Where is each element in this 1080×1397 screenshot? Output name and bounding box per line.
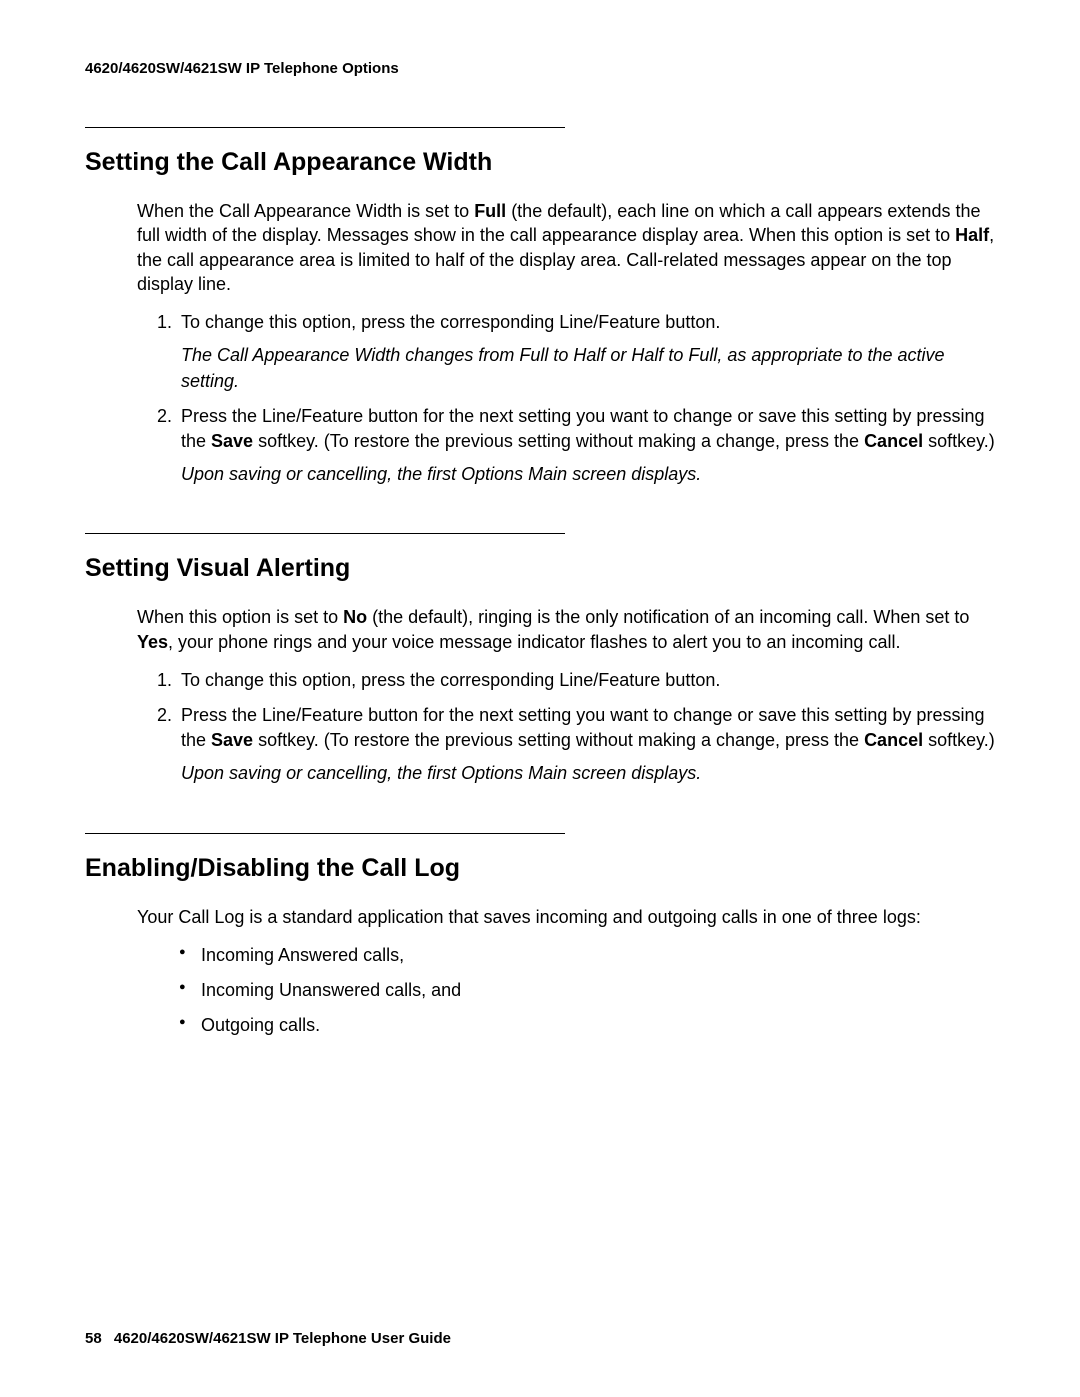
intro-part: (the default), ringing is the only notif…: [367, 607, 969, 627]
list-item-note: Upon saving or cancelling, the first Opt…: [181, 462, 995, 487]
list-item: Press the Line/Feature button for the ne…: [177, 703, 995, 787]
page-header: 4620/4620SW/4621SW IP Telephone Options: [85, 60, 995, 77]
bullet-item: Outgoing calls.: [179, 1013, 995, 1038]
intro-part: When this option is set to: [137, 607, 343, 627]
list-item-bold: Cancel: [864, 730, 923, 750]
bullet-text: Outgoing calls.: [201, 1015, 320, 1035]
bullet-text: Incoming Answered calls,: [201, 945, 404, 965]
list-item-bold: Save: [211, 730, 253, 750]
header-title-text: 4620/4620SW/4621SW IP Telephone Options: [85, 60, 399, 77]
footer-guide-title: 4620/4620SW/4621SW IP Telephone User Gui…: [114, 1330, 451, 1347]
intro-bold: Full: [474, 201, 506, 221]
section-intro: When the Call Appearance Width is set to…: [137, 199, 995, 296]
section-rule: [85, 833, 565, 834]
section-rule: [85, 127, 565, 128]
numbered-list: To change this option, press the corresp…: [155, 668, 995, 787]
page-footer: 58 4620/4620SW/4621SW IP Telephone User …: [85, 1330, 451, 1347]
footer-page-number: 58: [85, 1330, 102, 1347]
list-item-part: softkey. (To restore the previous settin…: [253, 431, 864, 451]
section-rule: [85, 533, 565, 534]
section-visual-alerting: Setting Visual Alerting When this option…: [85, 533, 995, 786]
intro-bold: Half: [955, 225, 989, 245]
intro-bold: No: [343, 607, 367, 627]
intro-text: Your Call Log is a standard application …: [137, 907, 921, 927]
bullet-list: Incoming Answered calls, Incoming Unansw…: [179, 943, 995, 1039]
intro-part: , your phone rings and your voice messag…: [168, 632, 900, 652]
section-intro: Your Call Log is a standard application …: [137, 905, 995, 929]
section-heading: Enabling/Disabling the Call Log: [85, 854, 995, 883]
list-item-bold: Cancel: [864, 431, 923, 451]
heading-text: Setting Visual Alerting: [85, 554, 350, 582]
section-heading: Setting Visual Alerting: [85, 554, 995, 583]
heading-text: Setting the Call Appearance Width: [85, 148, 492, 176]
section-heading: Setting the Call Appearance Width: [85, 148, 995, 177]
numbered-list: To change this option, press the corresp…: [155, 310, 995, 487]
list-item-text: To change this option, press the corresp…: [181, 312, 720, 332]
list-item-part: softkey. (To restore the previous settin…: [253, 730, 864, 750]
list-item-bold: Save: [211, 431, 253, 451]
bullet-text: Incoming Unanswered calls, and: [201, 980, 461, 1000]
list-item-part: softkey.): [923, 730, 995, 750]
section-intro: When this option is set to No (the defau…: [137, 605, 995, 654]
list-item-text: To change this option, press the corresp…: [181, 670, 720, 690]
list-item: Press the Line/Feature button for the ne…: [177, 404, 995, 488]
list-item-note: Upon saving or cancelling, the first Opt…: [181, 761, 995, 786]
intro-bold: Yes: [137, 632, 168, 652]
bullet-item: Incoming Answered calls,: [179, 943, 995, 968]
heading-text: Enabling/Disabling the Call Log: [85, 854, 460, 882]
section-call-log: Enabling/Disabling the Call Log Your Cal…: [85, 833, 995, 1039]
list-item-note: The Call Appearance Width changes from F…: [181, 343, 995, 393]
list-item: To change this option, press the corresp…: [177, 668, 995, 693]
list-item: To change this option, press the corresp…: [177, 310, 995, 394]
intro-part: When the Call Appearance Width is set to: [137, 201, 474, 221]
section-call-appearance-width: Setting the Call Appearance Width When t…: [85, 127, 995, 487]
bullet-item: Incoming Unanswered calls, and: [179, 978, 995, 1003]
list-item-part: softkey.): [923, 431, 995, 451]
